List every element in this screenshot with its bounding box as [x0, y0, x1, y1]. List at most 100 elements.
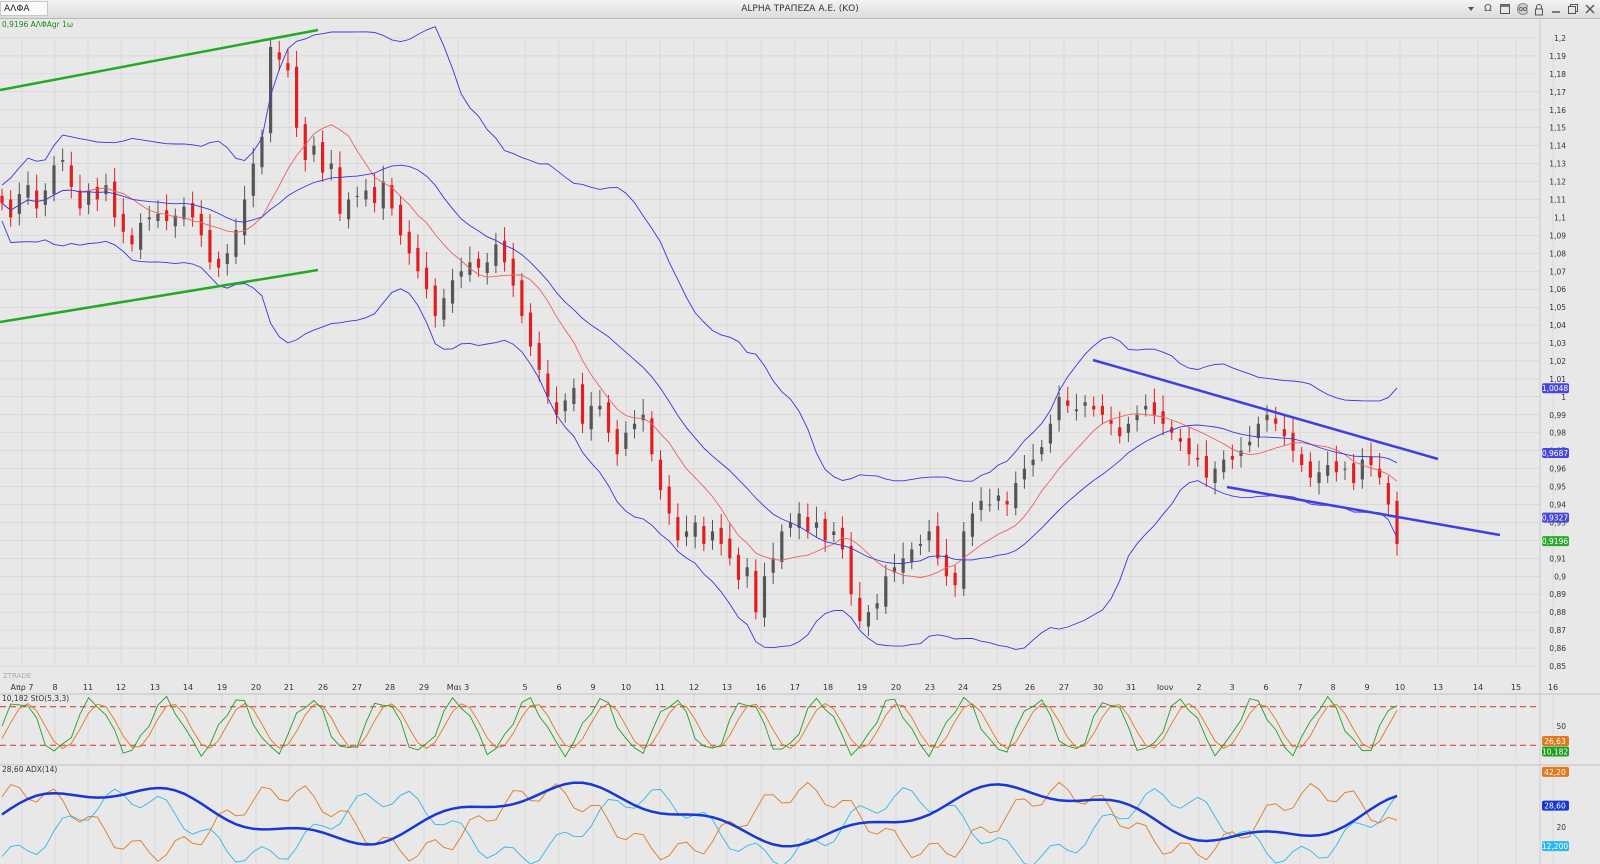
x-tick-label: 2 — [1196, 683, 1201, 692]
price-tag: 12,200 — [1542, 841, 1569, 852]
y-tick-label: 1,16 — [1549, 106, 1566, 115]
x-tick-label: 6 — [556, 683, 561, 692]
y-tick-label: 1,15 — [1549, 124, 1566, 133]
candle — [832, 531, 836, 536]
candle — [1126, 423, 1130, 433]
candle — [580, 384, 585, 424]
blue-channel-lower — [1226, 485, 1501, 537]
price-tag: 42,20 — [1542, 766, 1569, 777]
candle — [849, 545, 853, 595]
candle — [459, 271, 463, 277]
x-tick-label: 25 — [992, 683, 1002, 692]
y-tick-label: 1,03 — [1549, 339, 1566, 348]
price-tag-label: 26,63 — [1544, 737, 1566, 746]
price-tag: 0,9687 — [1542, 448, 1569, 459]
y-tick-label: 1,11 — [1549, 195, 1566, 204]
minimize-icon[interactable] — [1550, 2, 1562, 16]
candle — [260, 136, 264, 168]
candle — [208, 229, 212, 263]
y-tick-label: 1,07 — [1549, 267, 1566, 276]
price-tag-label: 28,60 — [1544, 802, 1566, 811]
candle — [1092, 405, 1096, 410]
stochastic-label: 10,182 StO(5,3,3) — [2, 694, 70, 703]
x-tick-label: 8 — [52, 683, 57, 692]
omega-icon[interactable]: Ω — [1482, 2, 1494, 16]
x-tick-label: 20 — [891, 683, 901, 692]
price-panel[interactable] — [0, 26, 1501, 650]
candle — [502, 240, 507, 263]
window-icon[interactable] — [1499, 2, 1511, 16]
x-tick-label: 16 — [1548, 683, 1558, 692]
x-tick-label: 19 — [857, 683, 867, 692]
candle — [1135, 414, 1139, 421]
candle — [1022, 468, 1027, 480]
y-tick-label: 1,01 — [1549, 375, 1566, 384]
x-tick-label: 27 — [352, 683, 362, 692]
candle — [511, 258, 515, 286]
candle — [1187, 438, 1191, 455]
candle — [858, 597, 862, 622]
candle — [1326, 465, 1330, 476]
price-tag-label: 0,9196 — [1542, 537, 1568, 546]
candle — [762, 576, 767, 618]
candle — [702, 526, 706, 544]
candle — [225, 253, 229, 265]
candle — [476, 258, 481, 268]
x-tick-label: 21 — [284, 683, 294, 692]
candle — [1066, 400, 1070, 406]
y-tick-label: 0,96 — [1549, 465, 1566, 474]
x-tick-label: 7 — [1297, 683, 1302, 692]
restore-icon[interactable] — [1567, 2, 1579, 16]
candle — [1343, 468, 1347, 470]
lock-icon[interactable] — [1533, 2, 1545, 16]
candle — [312, 145, 316, 155]
chart-area[interactable]: 50 26,6310,182 20 42,20 28,60 12,200 Απρ 7 8 1… — [0, 18, 1600, 864]
candle — [286, 63, 290, 71]
x-tick-label: 12 — [689, 683, 699, 692]
candle — [1317, 472, 1321, 483]
dropdown-icon[interactable] — [1465, 2, 1477, 16]
x-tick-label: 19 — [217, 683, 227, 692]
candle — [598, 405, 602, 410]
candle — [1334, 461, 1338, 473]
green-channel-lower — [0, 268, 319, 324]
y-tick-label: 1 — [1561, 393, 1566, 402]
glasses-icon[interactable] — [1516, 2, 1528, 16]
x-tick-label: 10 — [1395, 683, 1405, 692]
candle — [61, 160, 65, 162]
candle — [104, 185, 108, 195]
candle — [1100, 405, 1105, 415]
y-tick-label: 1,18 — [1549, 70, 1566, 79]
x-tick-label: 10 — [621, 683, 631, 692]
ma-line — [1, 124, 1398, 578]
candle — [927, 531, 931, 541]
candle — [780, 531, 784, 562]
price-tag: 28,60 — [1542, 800, 1569, 811]
y-tick-label: 1,04 — [1549, 321, 1566, 330]
window-controls: Ω — [1465, 1, 1596, 17]
candle — [1074, 409, 1079, 412]
candle — [1031, 459, 1035, 466]
candle — [35, 190, 39, 209]
candle — [381, 181, 385, 209]
candle — [355, 195, 359, 197]
candle — [1196, 457, 1200, 460]
watermark: ZTRADE — [3, 672, 32, 680]
close-icon[interactable] — [1584, 2, 1596, 16]
y-tick-label: 50 — [1556, 722, 1566, 731]
price-tag: 10,182 — [1542, 746, 1569, 757]
candle — [1014, 482, 1018, 509]
x-tick-label: 15 — [1511, 683, 1521, 692]
bollinger-lower — [1, 220, 1398, 650]
price-panel-label: 0,9196 ΑΛΦΑgr 1ω — [2, 20, 74, 29]
candle — [667, 486, 671, 514]
candle — [745, 567, 749, 577]
y-tick-label: 1,13 — [1549, 160, 1566, 169]
candle — [918, 543, 923, 546]
symbol-field[interactable]: ΑΛΦΑ — [0, 1, 48, 16]
stochastic-panel[interactable]: 50 26,6310,182 — [0, 693, 1600, 758]
di-plus-line — [1, 781, 1398, 862]
adx-panel[interactable]: 20 42,20 28,60 12,200 — [0, 764, 1600, 864]
candle — [771, 558, 775, 573]
y-tick-label: 1,19 — [1549, 52, 1566, 61]
